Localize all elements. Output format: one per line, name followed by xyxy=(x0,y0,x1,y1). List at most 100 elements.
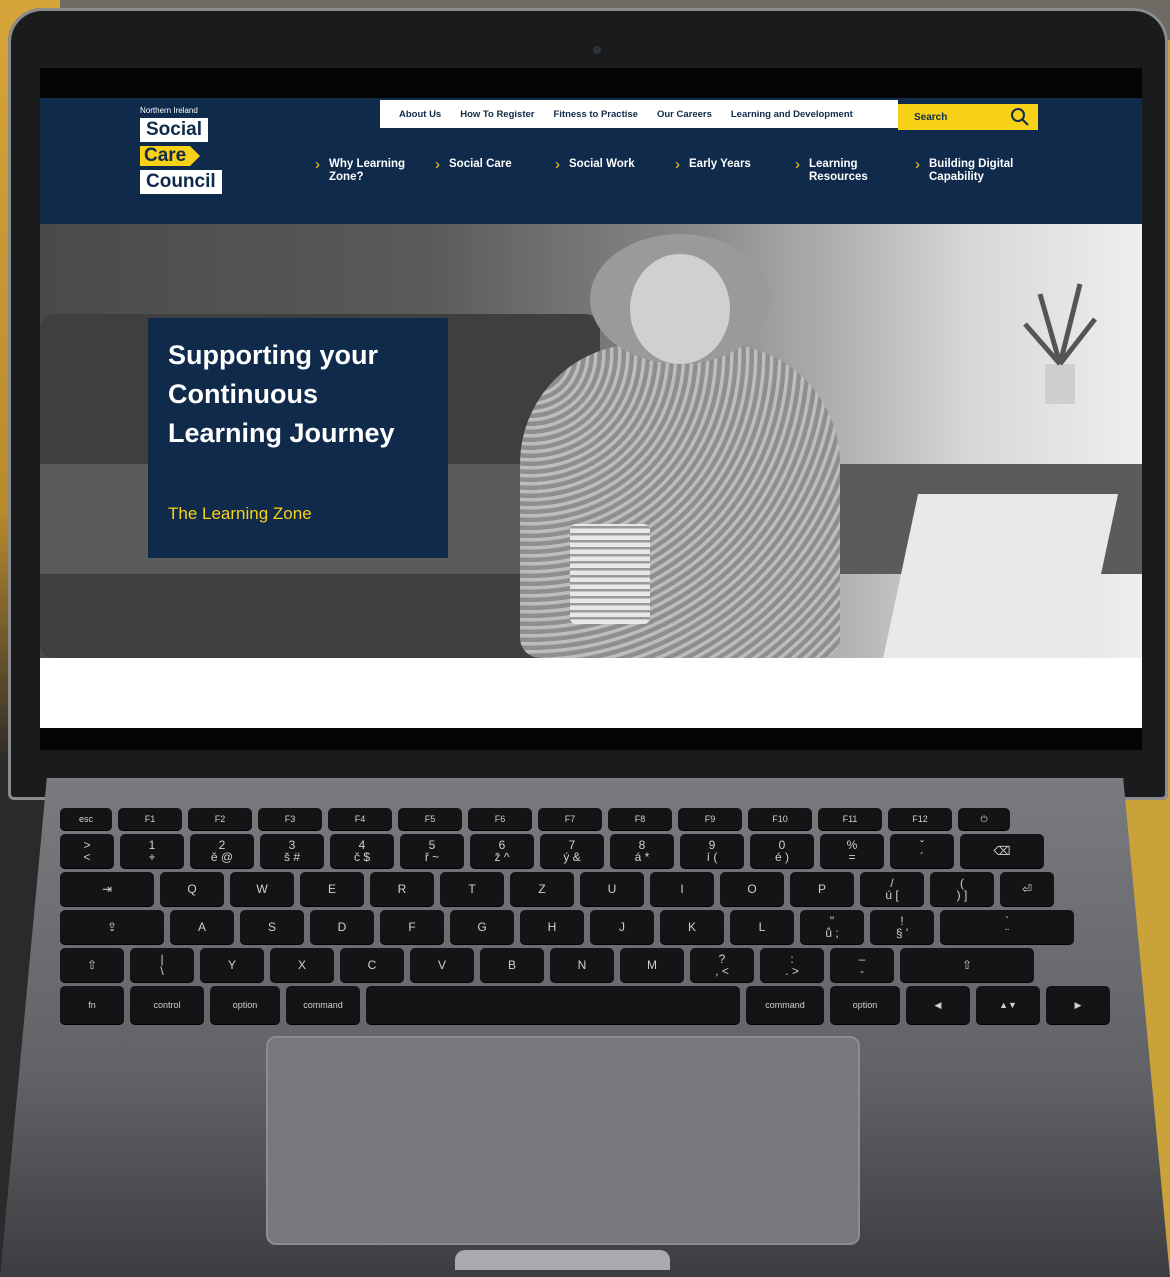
logo[interactable]: Northern Ireland Social Care Council xyxy=(140,106,250,198)
keyboard-key[interactable]: option xyxy=(830,986,900,1024)
keyboard-key[interactable]: 3 š # xyxy=(260,834,324,868)
keyboard-key[interactable]: ` ¨ xyxy=(940,910,1074,944)
keyboard-key[interactable]: N xyxy=(550,948,614,982)
nav-item-social-care[interactable]: › Social Care xyxy=(435,157,544,172)
link-learning-and-development[interactable]: Learning and Development xyxy=(731,109,853,120)
keyboard-key[interactable]: F7 xyxy=(538,808,602,830)
search-box[interactable]: Search xyxy=(898,104,1038,130)
nav-item-why-learning-zone[interactable]: › Why Learning Zone? xyxy=(315,157,424,184)
keyboard-key[interactable]: / ú [ xyxy=(860,872,924,906)
keyboard-key[interactable]: X xyxy=(270,948,334,982)
keyboard-key[interactable]: > < xyxy=(60,834,114,868)
keyboard-key[interactable]: S xyxy=(240,910,304,944)
keyboard-key[interactable]: ˇ ´ xyxy=(890,834,954,868)
nav-item-social-work[interactable]: › Social Work xyxy=(555,157,664,172)
keyboard-key[interactable]: F4 xyxy=(328,808,392,830)
keyboard-key[interactable]: L xyxy=(730,910,794,944)
keyboard-key[interactable]: 4 č $ xyxy=(330,834,394,868)
keyboard-key[interactable]: U xyxy=(580,872,644,906)
keyboard-key[interactable]: I xyxy=(650,872,714,906)
keyboard-key[interactable]: ( ) ] xyxy=(930,872,994,906)
keyboard-key[interactable]: " ů ; xyxy=(800,910,864,944)
link-how-to-register[interactable]: How To Register xyxy=(460,109,534,120)
keyboard-key[interactable]: F2 xyxy=(188,808,252,830)
keyboard-key[interactable]: command xyxy=(286,986,360,1024)
keyboard-key[interactable]: F10 xyxy=(748,808,812,830)
keyboard-key[interactable]: 8 á * xyxy=(610,834,674,868)
keyboard-key[interactable]: esc xyxy=(60,808,112,830)
keyboard-key[interactable]: command xyxy=(746,986,824,1024)
keyboard-key[interactable]: control xyxy=(130,986,204,1024)
keyboard-key[interactable]: F9 xyxy=(678,808,742,830)
keyboard-key[interactable]: B xyxy=(480,948,544,982)
keyboard-key[interactable]: F3 xyxy=(258,808,322,830)
keyboard-key[interactable]: A xyxy=(170,910,234,944)
keyboard-key[interactable]: 1 + xyxy=(120,834,184,868)
keyboard-key[interactable]: 2 ě @ xyxy=(190,834,254,868)
keyboard-key[interactable]: V xyxy=(410,948,474,982)
keyboard-key[interactable]: C xyxy=(340,948,404,982)
keyboard-key[interactable]: 9 í ( xyxy=(680,834,744,868)
keyboard-key[interactable]: ⌫ xyxy=(960,834,1044,868)
keyboard-key[interactable]: J xyxy=(590,910,654,944)
keyboard-key[interactable]: 6 ž ^ xyxy=(470,834,534,868)
keyboard-key[interactable]: W xyxy=(230,872,294,906)
nav-item-building-digital-capability[interactable]: › Building Digital Capability xyxy=(915,157,1024,184)
keyboard-key[interactable]: ▲▼ xyxy=(976,986,1040,1024)
link-fitness-to-practise[interactable]: Fitness to Practise xyxy=(553,109,637,120)
keyboard-key[interactable]: ⇧ xyxy=(60,948,124,982)
keyboard: esc F1 F2 F3 F4 F5 F6 F7 F8 F9 F10 F11 F12 ⏻ > <1 +2 ě… xyxy=(60,808,1140,1038)
keyboard-key[interactable]: ⇧ xyxy=(900,948,1034,982)
keyboard-key[interactable]: 7 ý & xyxy=(540,834,604,868)
nav-item-learning-resources[interactable]: › Learning Resources xyxy=(795,156,884,184)
keyboard-key[interactable]: M xyxy=(620,948,684,982)
keyboard-key[interactable]: F12 xyxy=(888,808,952,830)
keyboard-key[interactable]: F5 xyxy=(398,808,462,830)
keyboard-key[interactable]: ? , < xyxy=(690,948,754,982)
keyboard-key[interactable]: P xyxy=(790,872,854,906)
keyboard-key[interactable]: ⇪ xyxy=(60,910,164,944)
utility-nav: About Us How To Register Fitness to Prac… xyxy=(380,100,898,128)
keyboard-key[interactable]: F11 xyxy=(818,808,882,830)
keyboard-key[interactable]: : . > xyxy=(760,948,824,982)
keyboard-key[interactable]: F8 xyxy=(608,808,672,830)
keyboard-key[interactable]: ⏎ xyxy=(1000,872,1054,906)
keyboard-key[interactable]: H xyxy=(520,910,584,944)
hero-photo-face xyxy=(630,254,730,364)
keyboard-key[interactable]: R xyxy=(370,872,434,906)
keyboard-key[interactable]: 5 ř ~ xyxy=(400,834,464,868)
keyboard-key[interactable]: option xyxy=(210,986,280,1024)
keyboard-key[interactable]: | \ xyxy=(130,948,194,982)
chevron-right-icon: › xyxy=(795,156,800,173)
search-icon[interactable] xyxy=(1010,107,1030,132)
keyboard-key[interactable]: F1 xyxy=(118,808,182,830)
keyboard-key[interactable]: O xyxy=(720,872,784,906)
keyboard-key[interactable] xyxy=(366,986,740,1024)
keyboard-key[interactable]: % = xyxy=(820,834,884,868)
chevron-right-icon: › xyxy=(675,156,680,173)
keyboard-key[interactable]: ◀ xyxy=(906,986,970,1024)
keyboard-key[interactable]: ! § ' xyxy=(870,910,934,944)
keyboard-key[interactable]: ▶ xyxy=(1046,986,1110,1024)
keyboard-key[interactable]: D xyxy=(310,910,374,944)
keyboard-key[interactable]: E xyxy=(300,872,364,906)
keyboard-key[interactable]: 0 é ) xyxy=(750,834,814,868)
nav-label: Why Learning Zone? xyxy=(329,158,406,183)
keyboard-key[interactable]: F6 xyxy=(468,808,532,830)
keyboard-key[interactable]: ⏻ xyxy=(958,808,1010,830)
nav-item-early-years[interactable]: › Early Years xyxy=(675,156,784,173)
keyboard-key[interactable]: F xyxy=(380,910,444,944)
link-our-careers[interactable]: Our Careers xyxy=(657,109,712,120)
keyboard-key[interactable]: fn xyxy=(60,986,124,1024)
keyboard-key[interactable]: Y xyxy=(200,948,264,982)
keyboard-key[interactable]: – - xyxy=(830,948,894,982)
trackpad[interactable] xyxy=(266,1036,860,1245)
link-about-us[interactable]: About Us xyxy=(399,109,441,120)
logo-word-care: Care xyxy=(140,146,201,166)
keyboard-key[interactable]: K xyxy=(660,910,724,944)
keyboard-key[interactable]: G xyxy=(450,910,514,944)
keyboard-key[interactable]: Q xyxy=(160,872,224,906)
keyboard-key[interactable]: ⇥ xyxy=(60,872,154,906)
keyboard-key[interactable]: T xyxy=(440,872,504,906)
keyboard-key[interactable]: Z xyxy=(510,872,574,906)
